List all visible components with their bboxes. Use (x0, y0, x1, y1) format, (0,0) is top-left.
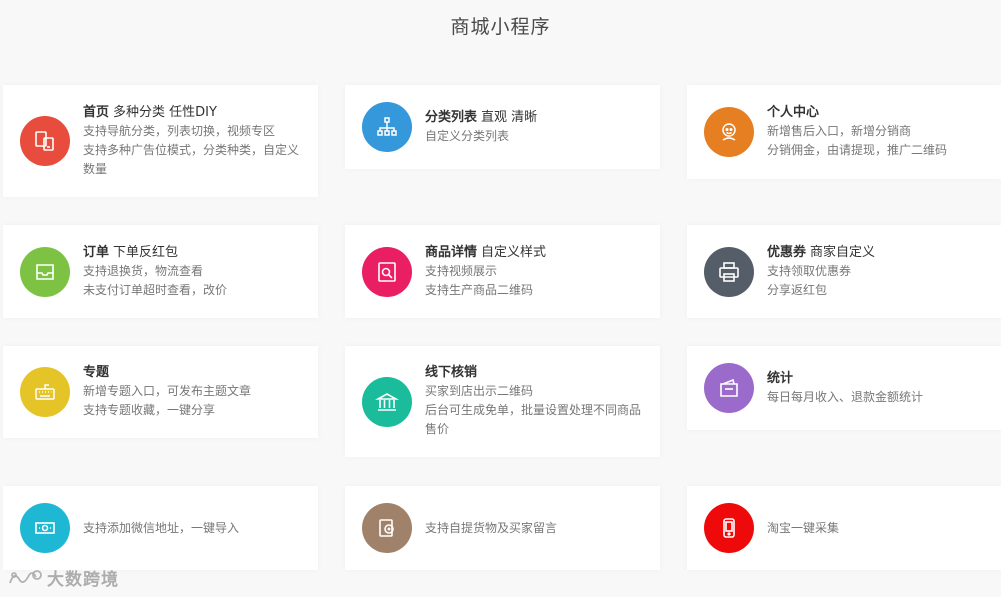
feature-card-pickup: 支持自提货物及买家留言 (345, 486, 660, 570)
card-desc-line: 新增专题入口，可发布主题文章 (83, 384, 252, 398)
watermark-text: 大数跨境 (47, 570, 119, 590)
card-desc-line: 新增售后入口，新增分销商 (767, 124, 912, 138)
tray-icon (20, 246, 70, 297)
feature-card-product: 商品详情 自定义样式 支持视频展示 支持生产商品二维码 (345, 225, 660, 318)
card-desc-line: 支持自提货物及买家留言 (425, 520, 558, 535)
feature-card-stats: 统计 每日每月收入、退款金额统计 (687, 346, 1001, 430)
keyboard-icon (20, 367, 70, 417)
card-desc-line: 未支付订单超时查看，改价 (83, 282, 228, 297)
card-title: 统计 (767, 370, 794, 386)
card-title: 专题 (83, 365, 110, 380)
card-desc-line: 支持导航分类，列表切换，视频专区 (83, 123, 276, 138)
printer-icon (704, 246, 754, 297)
card-desc-line: 买家到店出示二维码 (425, 384, 534, 398)
card-desc-line: 分享返红包 (767, 282, 828, 297)
card-subtitle: 商家自定义 (810, 244, 876, 260)
card-desc-line: 支持专题收藏，一键分享 (83, 403, 216, 417)
card-desc-line: 支持多种广告位模式，分类种类，自定义 (83, 142, 300, 157)
card-desc-line: 每日每月收入、退款金额统计 (767, 389, 924, 404)
feature-card-profile: 个人中心 新增售后入口，新增分销商 分销佣金，由请提现，推广二维码 (687, 85, 1001, 179)
wallet-icon (704, 363, 754, 413)
card-title: 首页 (83, 104, 110, 120)
feature-card-taobao: 淘宝一键采集 (687, 486, 1001, 570)
card-title: 个人中心 (767, 105, 820, 120)
card-desc-line: 支持生产商品二维码 (425, 282, 534, 297)
feature-card-offline: 线下核销 买家到店出示二维码 后台可生成免单，批量设置处理不同商品 售价 (345, 346, 660, 457)
bank-icon (362, 376, 412, 427)
card-desc-line: 支持退换货，物流查看 (83, 263, 204, 278)
card-desc-line: 自定义分类列表 (425, 128, 510, 143)
card-title: 线下核销 (425, 365, 478, 380)
feature-card-coupon: 优惠券 商家自定义 支持领取优惠券 分享返红包 (687, 225, 1001, 318)
cash-icon (20, 503, 70, 553)
card-desc-line: 后台可生成免单，批量设置处理不同商品 (425, 403, 642, 417)
card-subtitle: 下单反红包 (113, 244, 179, 260)
card-desc-line: 支持添加微信地址，一键导入 (83, 520, 240, 535)
feature-card-order: 订单 下单反红包 支持退换货，物流查看 未支付订单超时查看，改价 (3, 225, 318, 318)
watermark: 大数跨境 (8, 565, 119, 590)
card-desc-line: 分销佣金，由请提现，推广二维码 (767, 143, 948, 157)
devices-icon (20, 116, 70, 166)
phone-icon (704, 503, 754, 553)
user-icon (704, 107, 754, 157)
search-doc-icon (362, 246, 412, 297)
pickup-icon (362, 503, 412, 553)
card-title: 分类列表 (425, 109, 478, 125)
feature-card-home: 首页 多种分类 任性DIY 支持导航分类，列表切换，视频专区 支持多种广告位模式，… (3, 85, 318, 197)
card-subtitle: 多种分类 任性DIY (113, 104, 217, 120)
watermark-logo-icon (9, 569, 42, 583)
card-title: 商品详情 (425, 244, 478, 260)
hierarchy-icon (362, 102, 412, 152)
card-desc-line: 淘宝一键采集 (767, 520, 840, 535)
card-desc-line: 售价 (425, 422, 450, 436)
card-desc-line: 支持视频展示 (425, 263, 498, 278)
card-desc-line: 数量 (83, 161, 108, 176)
feature-card-topic: 专题 新增专题入口，可发布主题文章 支持专题收藏，一键分享 (3, 346, 318, 438)
card-subtitle: 自定义样式 (481, 244, 547, 260)
card-subtitle: 直观 清晰 (481, 109, 538, 125)
card-desc-line: 支持领取优惠券 (767, 263, 852, 278)
page-title: 商城小程序 (450, 16, 551, 38)
card-title: 优惠券 (767, 244, 807, 260)
feature-card-category: 分类列表 直观 清晰 自定义分类列表 (345, 85, 660, 169)
feature-card-wechat-address: 支持添加微信地址，一键导入 (3, 486, 318, 570)
card-title: 订单 (83, 244, 110, 260)
